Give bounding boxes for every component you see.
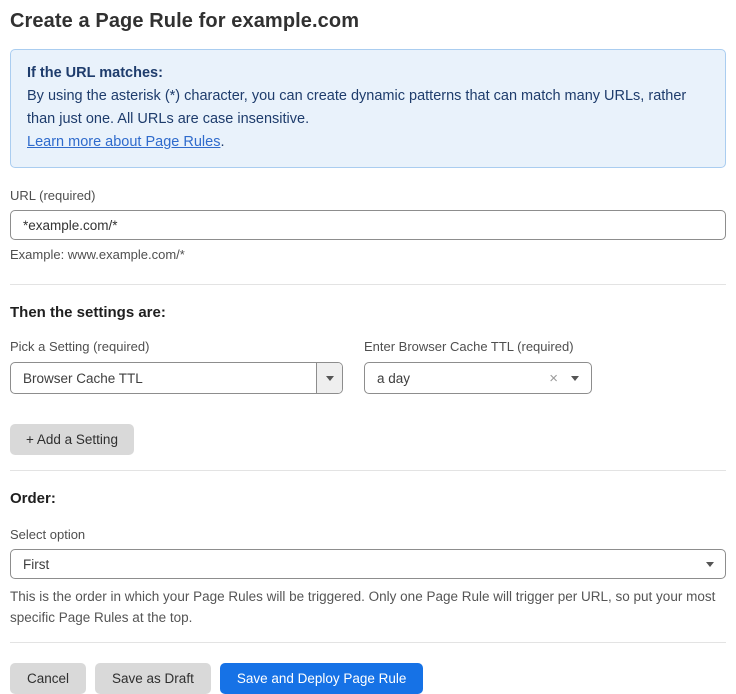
info-box-body: By using the asterisk (*) character, you… [27, 85, 709, 131]
ttl-picker-select[interactable]: a day × [364, 362, 592, 394]
url-match-info-box: If the URL matches: By using the asteris… [10, 49, 726, 168]
link-suffix: . [220, 134, 224, 150]
page-title: Create a Page Rule for example.com [10, 10, 726, 33]
ttl-picker-icons: × [549, 371, 591, 386]
url-field-label: URL (required) [10, 188, 726, 203]
settings-section-heading: Then the settings are: [10, 304, 726, 321]
info-box-heading: If the URL matches: [27, 62, 709, 85]
divider [10, 642, 726, 643]
clear-icon[interactable]: × [549, 371, 558, 386]
url-input[interactable] [10, 210, 726, 240]
order-select[interactable]: First [10, 549, 726, 579]
setting-picker-caret-section[interactable] [316, 363, 342, 393]
chevron-down-icon [326, 376, 334, 381]
order-section-heading: Order: [10, 490, 726, 507]
order-select-icons [706, 562, 725, 567]
learn-more-link[interactable]: Learn more about Page Rules [27, 134, 220, 150]
cancel-button[interactable]: Cancel [10, 663, 86, 694]
ttl-picker-column: Enter Browser Cache TTL (required) a day… [364, 321, 592, 394]
order-select-label: Select option [10, 527, 726, 542]
chevron-down-icon [706, 562, 714, 567]
setting-picker-column: Pick a Setting (required) Browser Cache … [10, 321, 343, 394]
setting-picker-value: Browser Cache TTL [11, 371, 316, 386]
add-setting-button[interactable]: + Add a Setting [10, 424, 134, 455]
info-box-link-line: Learn more about Page Rules. [27, 131, 709, 154]
setting-picker-select[interactable]: Browser Cache TTL [10, 362, 343, 394]
footer-button-row: Cancel Save as Draft Save and Deploy Pag… [10, 663, 726, 694]
page-rule-form: Create a Page Rule for example.com If th… [0, 0, 736, 694]
order-help-text: This is the order in which your Page Rul… [10, 586, 726, 628]
save-and-deploy-button[interactable]: Save and Deploy Page Rule [220, 663, 424, 694]
save-as-draft-button[interactable]: Save as Draft [95, 663, 211, 694]
setting-picker-label: Pick a Setting (required) [10, 339, 343, 354]
settings-row: Pick a Setting (required) Browser Cache … [10, 321, 726, 394]
url-example-hint: Example: www.example.com/* [10, 247, 726, 262]
ttl-picker-value: a day [365, 371, 549, 386]
divider [10, 470, 726, 471]
order-select-value: First [11, 557, 706, 572]
ttl-picker-label: Enter Browser Cache TTL (required) [364, 339, 592, 354]
chevron-down-icon[interactable] [571, 376, 579, 381]
divider [10, 284, 726, 285]
